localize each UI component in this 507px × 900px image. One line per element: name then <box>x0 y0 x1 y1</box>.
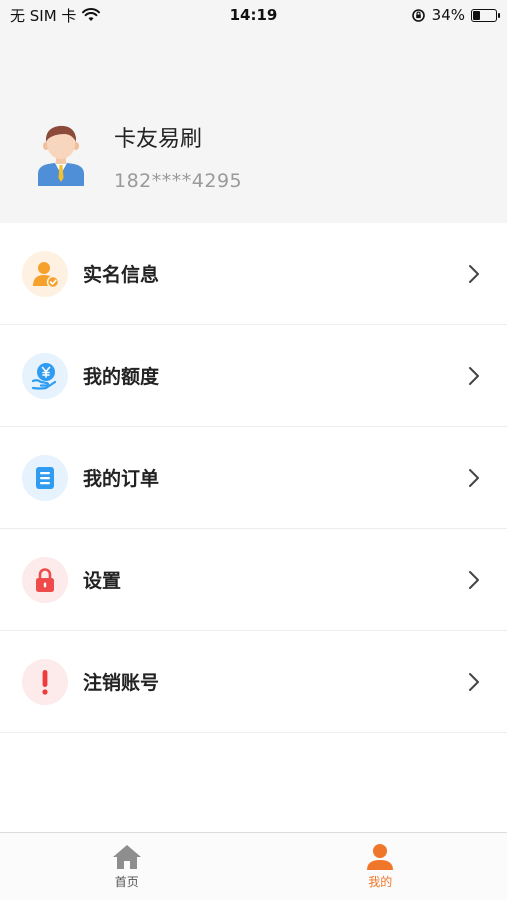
battery-fill <box>473 10 481 20</box>
chevron-right-icon <box>469 264 479 283</box>
menu-item-label: 实名信息 <box>83 264 160 286</box>
lock-icon <box>22 556 68 603</box>
user-verified-icon <box>22 250 68 297</box>
orientation-lock-icon <box>411 8 425 22</box>
menu-item-delete-account[interactable]: 注销账号 <box>0 631 507 733</box>
profile-phone: 182****4295 <box>114 170 243 192</box>
tab-mine-label: 我的 <box>368 875 393 889</box>
tab-bar: 首页 我的 <box>0 832 507 900</box>
chevron-right-icon <box>469 570 479 589</box>
status-bar: 无 SIM 卡 14:19 34% <box>0 0 507 30</box>
tab-home[interactable]: 首页 <box>0 833 254 900</box>
chevron-right-icon <box>469 672 479 691</box>
chevron-right-icon <box>469 468 479 487</box>
menu-list: 实名信息 我的额度 我的订单 设置 注销账号 <box>0 223 507 733</box>
home-icon <box>112 845 141 869</box>
wifi-icon <box>82 8 101 21</box>
avatar[interactable] <box>34 122 88 186</box>
profile-header: 卡友易刷 182****4295 <box>0 30 507 223</box>
tab-mine[interactable]: 我的 <box>254 833 507 900</box>
exclamation-icon <box>22 658 68 705</box>
tab-home-label: 首页 <box>114 875 139 889</box>
order-list-icon <box>22 454 68 501</box>
menu-item-label: 我的订单 <box>83 468 160 490</box>
battery-icon <box>471 8 500 22</box>
menu-item-label: 设置 <box>83 570 122 592</box>
battery-percent: 34% <box>431 6 465 24</box>
menu-item-label: 注销账号 <box>83 672 160 694</box>
yen-hand-icon <box>22 352 68 399</box>
menu-item-my-quota[interactable]: 我的额度 <box>0 325 507 427</box>
status-left: 无 SIM 卡 <box>10 5 101 26</box>
menu-item-settings[interactable]: 设置 <box>0 529 507 631</box>
status-right: 34% <box>411 6 500 24</box>
carrier-text: 无 SIM 卡 <box>10 6 77 25</box>
menu-item-real-name[interactable]: 实名信息 <box>0 223 507 325</box>
menu-item-label: 我的额度 <box>83 366 160 388</box>
profile-icon <box>367 844 394 870</box>
menu-item-my-orders[interactable]: 我的订单 <box>0 427 507 529</box>
chevron-right-icon <box>469 366 479 385</box>
profile-name: 卡友易刷 <box>114 127 203 152</box>
